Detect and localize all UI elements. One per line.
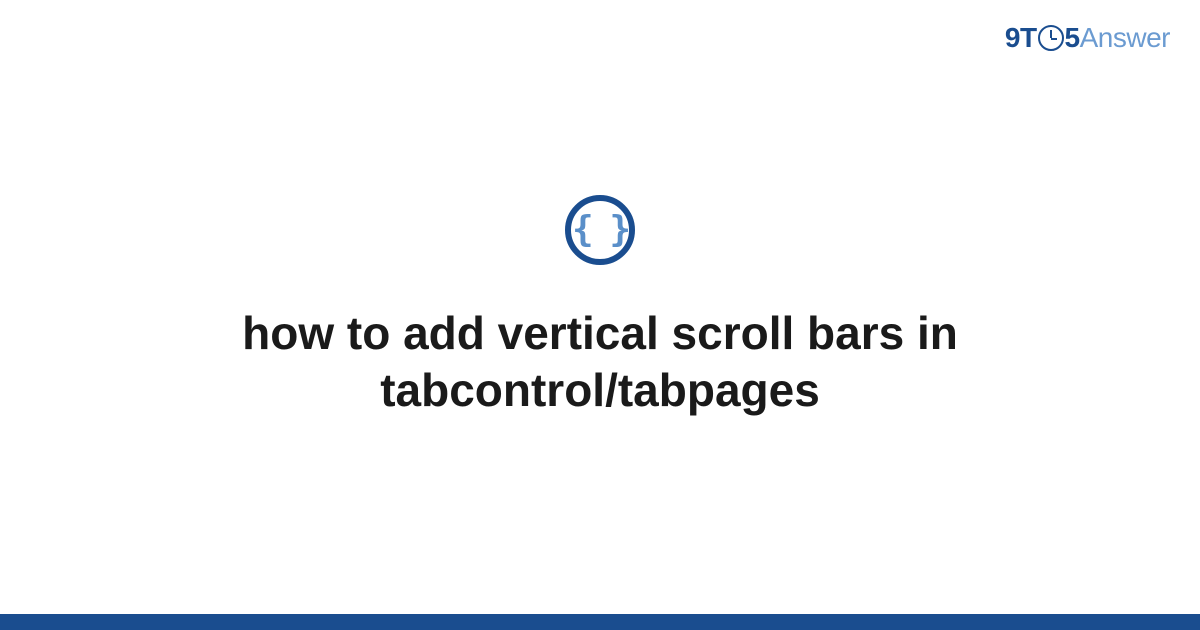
main-content: { } how to add vertical scroll bars in t… — [0, 0, 1200, 614]
footer-accent-bar — [0, 614, 1200, 630]
page-title: how to add vertical scroll bars in tabco… — [100, 305, 1100, 420]
code-braces-icon: { } — [565, 195, 635, 265]
code-braces-glyph: { } — [572, 209, 628, 250]
